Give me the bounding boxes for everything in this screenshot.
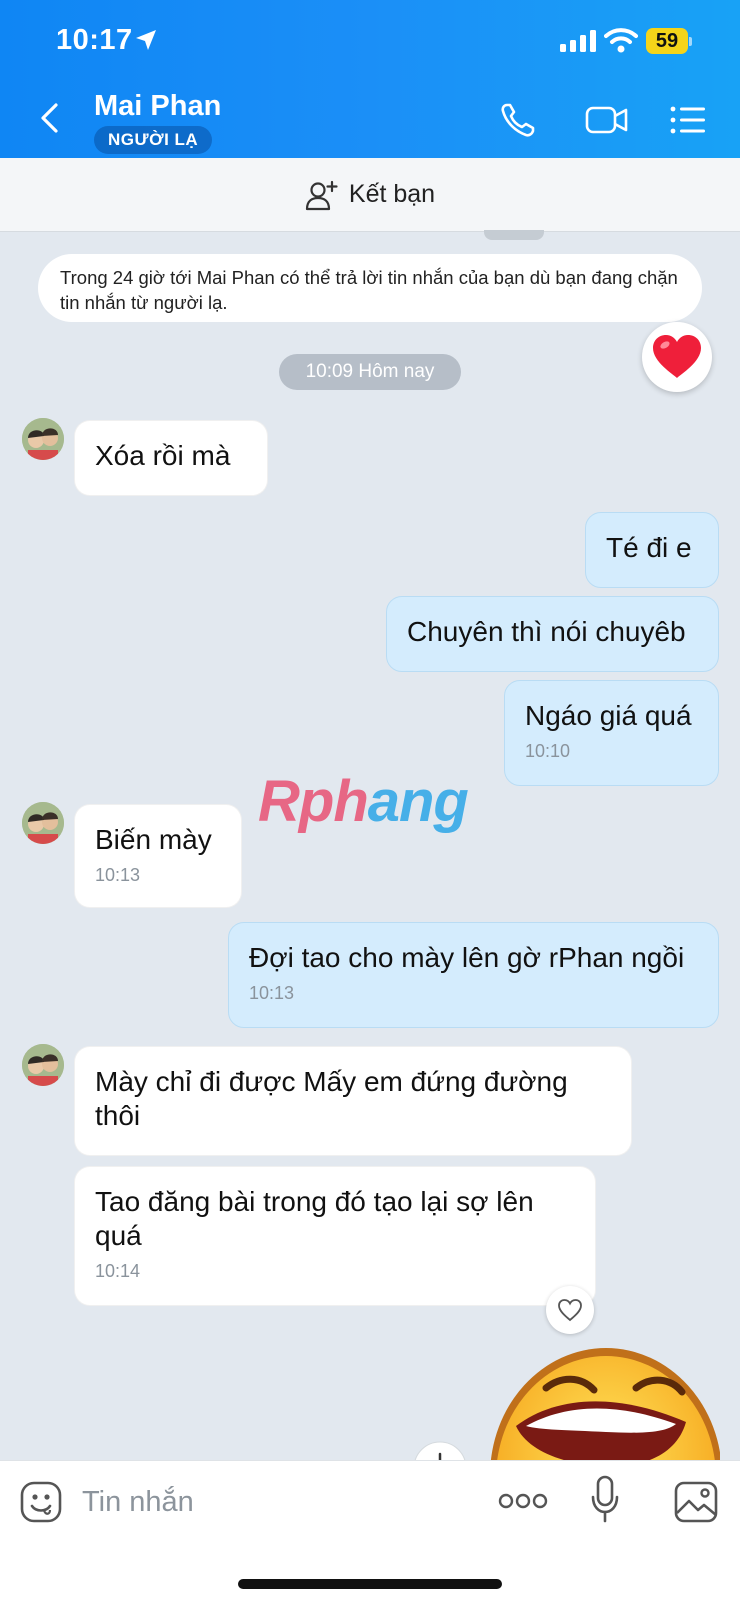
message-input[interactable] (82, 1479, 462, 1525)
wifi-icon (604, 28, 638, 53)
contact-name[interactable]: Mai Phan (94, 90, 221, 123)
message-time: 10:14 (95, 1261, 141, 1281)
message-text: Biến mày (95, 824, 212, 855)
heart-outline-icon (558, 1299, 582, 1322)
message-text: Ngáo giá quá (525, 700, 692, 731)
message-text: Tao đăng bài trong đó tạo lại sợ lên quá (95, 1186, 534, 1251)
message-bubble[interactable]: Tao đăng bài trong đó tạo lại sợ lên quá… (74, 1166, 596, 1306)
message-time: 10:13 (249, 983, 295, 1003)
message-text: Té đi e (606, 532, 692, 563)
more-button[interactable] (498, 1489, 548, 1513)
add-user-icon (305, 180, 338, 210)
laughing-emoji-sticker[interactable] (486, 1348, 720, 1460)
chat-header: 10:17 59 Mai Phan NGƯỜI LẠ (0, 0, 740, 158)
cellular-signal-icon (560, 30, 596, 52)
message-bubble[interactable]: Chuyên thì nói chuyêb (386, 596, 719, 672)
message-text: Xóa rồi mà (95, 440, 231, 471)
message-time: 10:10 (525, 741, 571, 761)
add-friend-button[interactable]: Kết bạn (0, 158, 740, 232)
call-button[interactable] (498, 100, 538, 140)
avatar[interactable] (22, 802, 64, 844)
menu-button[interactable] (668, 100, 708, 140)
add-friend-label: Kết bạn (348, 180, 436, 208)
date-separator: 10:09 Hôm nay (279, 354, 461, 390)
message-text: Chuyên thì nói chuyêb (407, 616, 686, 647)
message-bubble[interactable]: Xóa rồi mà (74, 420, 268, 496)
message-composer (0, 1460, 740, 1600)
react-button[interactable] (546, 1286, 594, 1334)
battery-indicator: 59 (646, 28, 692, 54)
avatar[interactable] (22, 1044, 64, 1086)
scroll-handle (484, 230, 544, 240)
message-text: Đợi tao cho mày lên gờ rPhan ngồi (249, 942, 685, 973)
message-text: Mày chỉ đi được Mấy em đứng đường thôi (95, 1066, 568, 1131)
heart-icon (653, 335, 701, 378)
back-button[interactable] (32, 100, 68, 136)
status-time: 10:17 (56, 24, 133, 56)
message-bubble[interactable]: Ngáo giá quá 10:10 (504, 680, 719, 786)
message-bubble[interactable]: Đợi tao cho mày lên gờ rPhan ngồi 10:13 (228, 922, 719, 1028)
message-bubble[interactable]: Biến mày 10:13 (74, 804, 242, 908)
avatar[interactable] (22, 418, 64, 460)
stranger-notice: Trong 24 giờ tới Mai Phan có thể trả lời… (38, 254, 702, 322)
image-button[interactable] (674, 1481, 718, 1523)
message-time: 10:13 (95, 865, 141, 885)
message-bubble[interactable]: Té đi e (585, 512, 719, 588)
battery-level: 59 (646, 28, 688, 54)
watermark-logo: Rphang (258, 769, 469, 834)
home-indicator (238, 1579, 502, 1589)
microphone-button[interactable] (590, 1475, 620, 1523)
video-call-button[interactable] (584, 100, 630, 140)
emoji-button[interactable] (20, 1481, 62, 1523)
location-arrow-icon (136, 30, 156, 50)
stranger-badge: NGƯỜI LẠ (94, 126, 213, 154)
message-bubble[interactable]: Mày chỉ đi được Mấy em đứng đường thôi (74, 1046, 632, 1156)
quick-heart-button[interactable] (642, 322, 712, 392)
